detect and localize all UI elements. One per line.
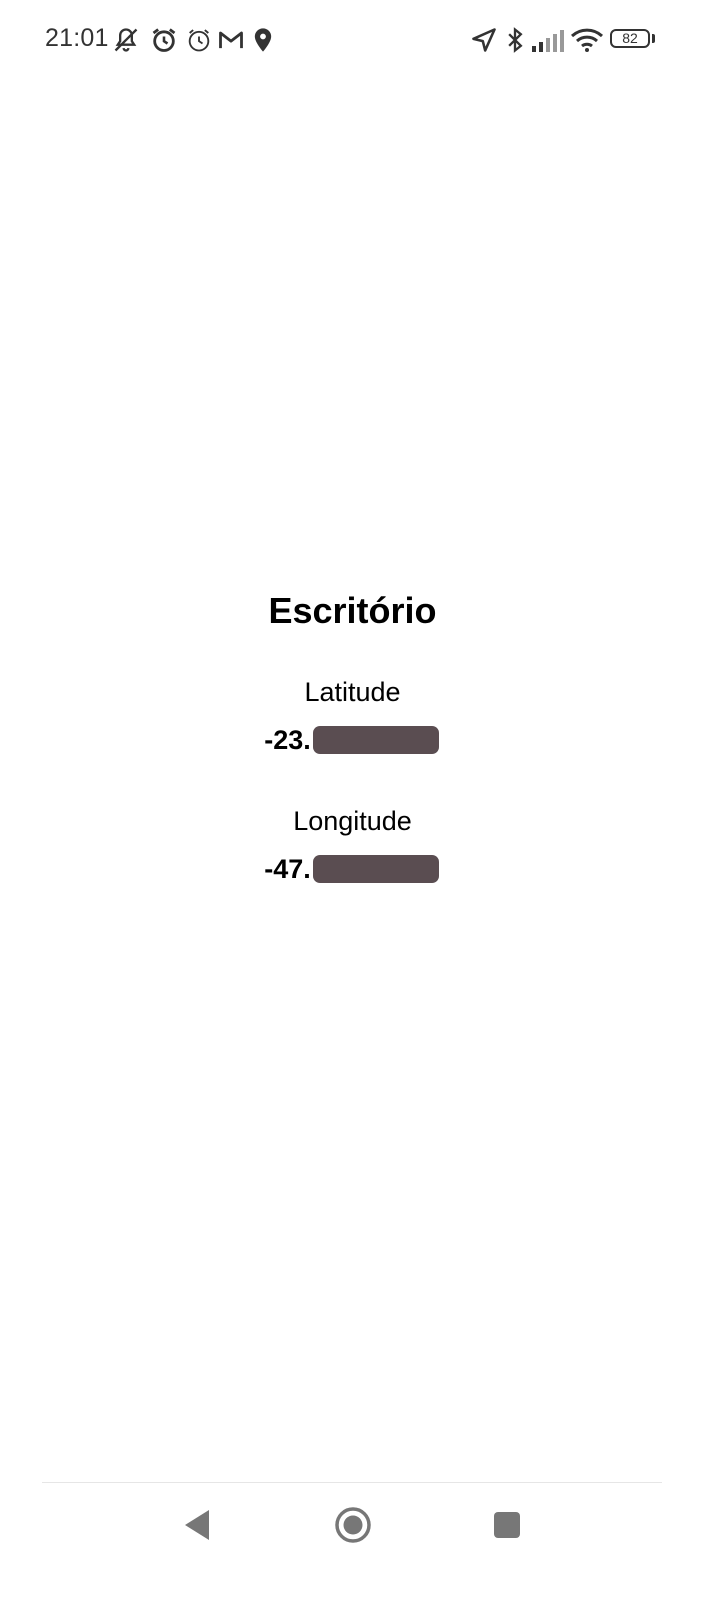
back-triangle-icon [185, 1510, 209, 1540]
longitude-label: Longitude [293, 806, 412, 836]
recents-square-icon [494, 1512, 520, 1538]
longitude-value-row: -47. [0, 854, 705, 884]
latitude-label: Latitude [304, 677, 401, 707]
nav-divider [42, 1482, 662, 1483]
navigation-arrow-icon [470, 26, 498, 54]
home-button[interactable] [329, 1501, 377, 1549]
vibrate-silent-icon [112, 26, 140, 54]
latitude-redaction [312, 726, 439, 754]
bluetooth-icon [501, 26, 529, 54]
longitude-value: -47. [264, 854, 311, 884]
location-card: Escritório Latitude -23. Longitude -47. [0, 586, 705, 884]
longitude-redaction [312, 855, 439, 883]
battery-tip [652, 34, 655, 43]
alarm-outline-icon [185, 26, 213, 54]
signal-icon [531, 26, 565, 54]
battery-icon: 82 [610, 29, 650, 48]
wifi-icon [570, 26, 604, 54]
alarm-icon [150, 26, 178, 54]
page-title: Escritório [268, 590, 437, 631]
recents-button[interactable] [483, 1501, 531, 1549]
gmail-icon [217, 26, 245, 54]
status-bar: 21:01 82 [0, 0, 720, 80]
status-time: 21:01 [45, 24, 109, 52]
home-circle-icon [335, 1507, 371, 1543]
latitude-value: -23. [264, 725, 311, 755]
back-button[interactable] [175, 1501, 223, 1549]
latitude-value-row: -23. [0, 725, 705, 755]
location-pin-icon [249, 26, 277, 54]
